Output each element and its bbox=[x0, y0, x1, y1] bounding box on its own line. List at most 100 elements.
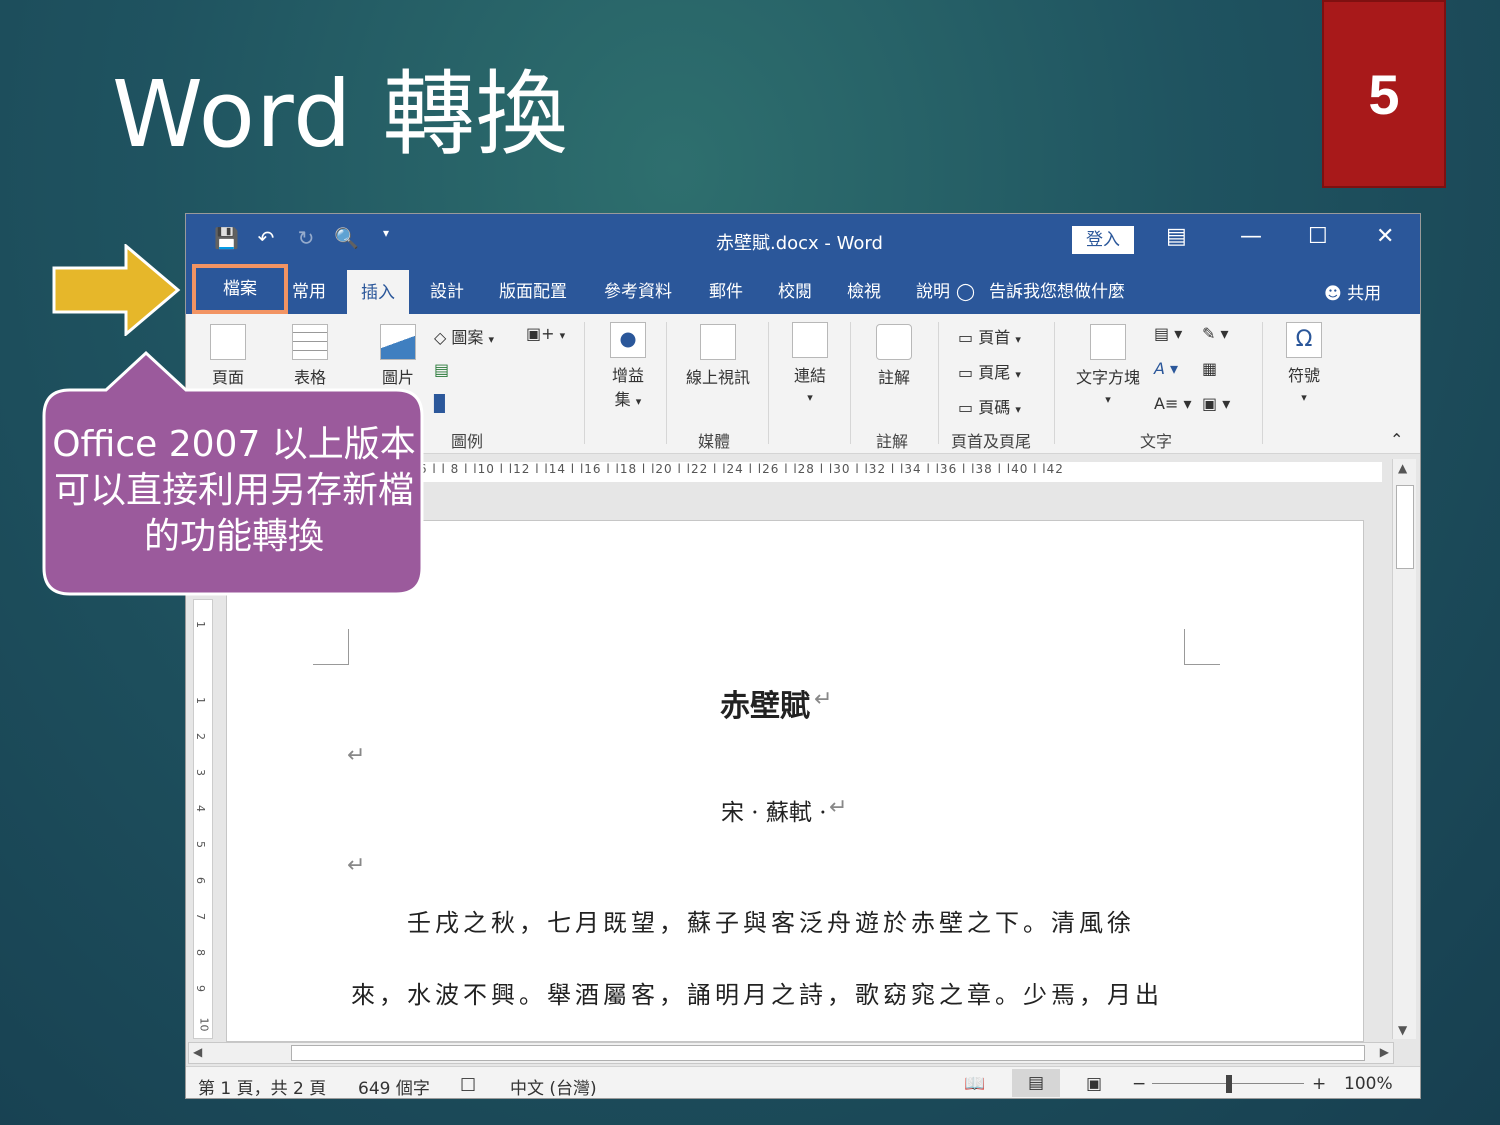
wordart-button[interactable]: A ▾ bbox=[1154, 359, 1178, 378]
read-mode-icon[interactable]: 📖 bbox=[964, 1074, 985, 1094]
minimize-icon[interactable]: — bbox=[1240, 224, 1262, 249]
vertical-scrollbar[interactable]: ▲ ▼ bbox=[1392, 459, 1416, 1039]
callout-text: Office 2007 以上版本可以直接利用另存新檔的功能轉換 bbox=[52, 424, 416, 557]
vruler-label: 4 bbox=[194, 805, 207, 812]
maximize-icon[interactable]: ☐ bbox=[1308, 224, 1328, 249]
print-preview-icon[interactable]: 🔍 bbox=[334, 226, 359, 250]
chevron-down-icon: ▾ bbox=[1015, 403, 1021, 416]
scroll-up-icon[interactable]: ▲ bbox=[1398, 461, 1407, 475]
vruler-label: 1 bbox=[194, 621, 207, 628]
vruler-label: 2 bbox=[194, 733, 207, 740]
slide-title: Word 轉換 bbox=[112, 61, 569, 168]
footer-icon: ▭ bbox=[958, 363, 974, 382]
page-number-button[interactable]: ▭ 頁碼 ▾ bbox=[958, 394, 1021, 418]
tab-insert[interactable]: 插入 bbox=[347, 270, 409, 314]
ruler-ticks: l 4 l l 6 l l 8 l l10 l l12 l l14 l l16 … bbox=[372, 462, 1382, 482]
online-video-icon bbox=[700, 324, 736, 360]
quick-parts-button[interactable]: ▤ ▾ bbox=[1154, 324, 1182, 343]
symbols-button[interactable]: Ω 符號 ▾ bbox=[1280, 322, 1328, 405]
signature-line-button[interactable]: ✎ ▾ bbox=[1202, 324, 1229, 343]
addins-button[interactable]: 增益 集 ▾ bbox=[602, 322, 654, 410]
zoom-in-button[interactable]: + bbox=[1312, 1074, 1326, 1094]
links-button[interactable]: 連結 ▾ bbox=[786, 322, 834, 405]
undo-icon[interactable]: ↶ bbox=[254, 226, 278, 250]
screenshot-button[interactable]: ▣+ ▾ bbox=[526, 324, 565, 343]
sign-in-button[interactable]: 登入 bbox=[1072, 226, 1134, 254]
zoom-level[interactable]: 100% bbox=[1344, 1074, 1393, 1094]
paragraph-mark-icon: ↵ bbox=[814, 687, 833, 712]
close-icon[interactable]: ✕ bbox=[1376, 224, 1394, 249]
links-label: 連結 bbox=[793, 366, 826, 385]
tab-help[interactable]: 說明 bbox=[916, 277, 950, 302]
group-media-label: 媒體 bbox=[698, 432, 731, 451]
vruler-label: 1 bbox=[194, 697, 207, 704]
scroll-left-icon[interactable]: ◀ bbox=[193, 1045, 202, 1059]
chevron-down-icon: ▾ bbox=[1105, 393, 1111, 406]
vruler-label: 8 bbox=[194, 949, 207, 956]
zoom-slider-thumb[interactable] bbox=[1226, 1075, 1232, 1093]
margin-corner bbox=[1184, 629, 1220, 665]
redo-icon[interactable]: ↻ bbox=[294, 226, 318, 250]
print-layout-icon[interactable]: ▤ bbox=[1012, 1069, 1060, 1097]
online-video-button[interactable]: 線上視訊 bbox=[680, 324, 756, 388]
tab-layout[interactable]: 版面配置 bbox=[499, 277, 567, 302]
ribbon-separator bbox=[666, 322, 667, 444]
chart-icon: ▉ bbox=[434, 394, 447, 413]
comment-icon bbox=[876, 324, 912, 360]
vruler-label: 6 bbox=[194, 877, 207, 884]
tab-home[interactable]: 常用 bbox=[292, 277, 326, 302]
tab-file[interactable]: 檔案 bbox=[192, 264, 288, 314]
smartart-button[interactable]: ▤ bbox=[434, 360, 449, 379]
comment-button[interactable]: 註解 bbox=[870, 324, 918, 388]
store-icon bbox=[610, 322, 646, 358]
object-button[interactable]: ▣ ▾ bbox=[1202, 394, 1230, 413]
textbox-button[interactable]: 文字方塊 ▾ bbox=[1070, 324, 1146, 407]
tab-design[interactable]: 設計 bbox=[430, 277, 464, 302]
chart-button[interactable]: ▉ bbox=[434, 394, 446, 413]
date-time-button[interactable]: ▦ bbox=[1202, 359, 1217, 378]
scroll-down-icon[interactable]: ▼ bbox=[1398, 1023, 1407, 1037]
scroll-thumb[interactable] bbox=[1396, 485, 1414, 569]
word-count[interactable]: 649 個字 bbox=[358, 1074, 430, 1098]
tell-me-box[interactable]: ◯ 告訴我您想做什麼 bbox=[956, 277, 1125, 302]
zoom-out-button[interactable]: − bbox=[1132, 1074, 1146, 1094]
ribbon-separator bbox=[584, 322, 585, 444]
scroll-right-icon[interactable]: ▶ bbox=[1380, 1045, 1389, 1059]
hscroll-thumb[interactable] bbox=[291, 1045, 1365, 1061]
title-bar: 💾 ↶ ↻ 🔍 ▾ 赤壁賦.docx - Word 登入 ▤ — ☐ ✕ bbox=[186, 214, 1420, 264]
footer-button[interactable]: ▭ 頁尾 ▾ bbox=[958, 359, 1021, 383]
horizontal-scrollbar[interactable]: ◀ ▶ bbox=[188, 1042, 1394, 1064]
drop-cap-button[interactable]: A≡ ▾ bbox=[1154, 394, 1191, 413]
collapse-ribbon-icon[interactable]: ⌃ bbox=[1390, 430, 1403, 449]
wordart-icon: A ▾ bbox=[1154, 359, 1179, 378]
tab-review[interactable]: 校閱 bbox=[778, 277, 812, 302]
tab-view[interactable]: 檢視 bbox=[847, 277, 881, 302]
status-bar: 第 1 頁，共 2 頁 649 個字 □ 中文 (台灣) 📖 ▤ ▣ − + 1… bbox=[186, 1066, 1420, 1098]
vruler-label: 7 bbox=[194, 913, 207, 920]
language[interactable]: 中文 (台灣) bbox=[510, 1074, 597, 1098]
paragraph-mark-icon: ↵ bbox=[347, 743, 366, 768]
tab-references[interactable]: 參考資料 bbox=[604, 277, 672, 302]
page-count[interactable]: 第 1 頁，共 2 頁 bbox=[198, 1074, 326, 1098]
addins-label: 增益 bbox=[611, 366, 644, 385]
signature-icon: ✎ ▾ bbox=[1202, 324, 1229, 343]
save-icon[interactable]: 💾 bbox=[214, 226, 239, 250]
paragraph-mark-icon: ↵ bbox=[347, 853, 366, 878]
proofing-icon[interactable]: □ bbox=[460, 1074, 476, 1094]
shapes-button[interactable]: ◇ 圖案 ▾ bbox=[434, 324, 494, 348]
vertical-ruler: 1 1 2 3 4 5 6 7 8 9 10 bbox=[193, 599, 213, 1039]
ribbon-separator bbox=[850, 322, 851, 444]
share-button[interactable]: ☻ 共用 bbox=[1324, 279, 1381, 304]
ribbon-separator bbox=[938, 322, 939, 444]
screenshot-icon: ▣+ bbox=[526, 324, 555, 343]
header-button[interactable]: ▭ 頁首 ▾ bbox=[958, 324, 1021, 348]
customize-qat-icon[interactable]: ▾ bbox=[374, 226, 398, 250]
group-illustrations-label: 圖例 bbox=[451, 432, 484, 451]
ribbon-display-icon[interactable]: ▤ bbox=[1166, 224, 1187, 249]
chevron-down-icon: ▾ bbox=[488, 333, 495, 346]
tab-mailings[interactable]: 郵件 bbox=[709, 277, 743, 302]
ribbon-separator bbox=[1054, 322, 1055, 444]
textbox-label: 文字方塊 bbox=[1075, 368, 1140, 387]
online-video-label: 線上視訊 bbox=[685, 368, 750, 387]
web-layout-icon[interactable]: ▣ bbox=[1086, 1074, 1102, 1094]
